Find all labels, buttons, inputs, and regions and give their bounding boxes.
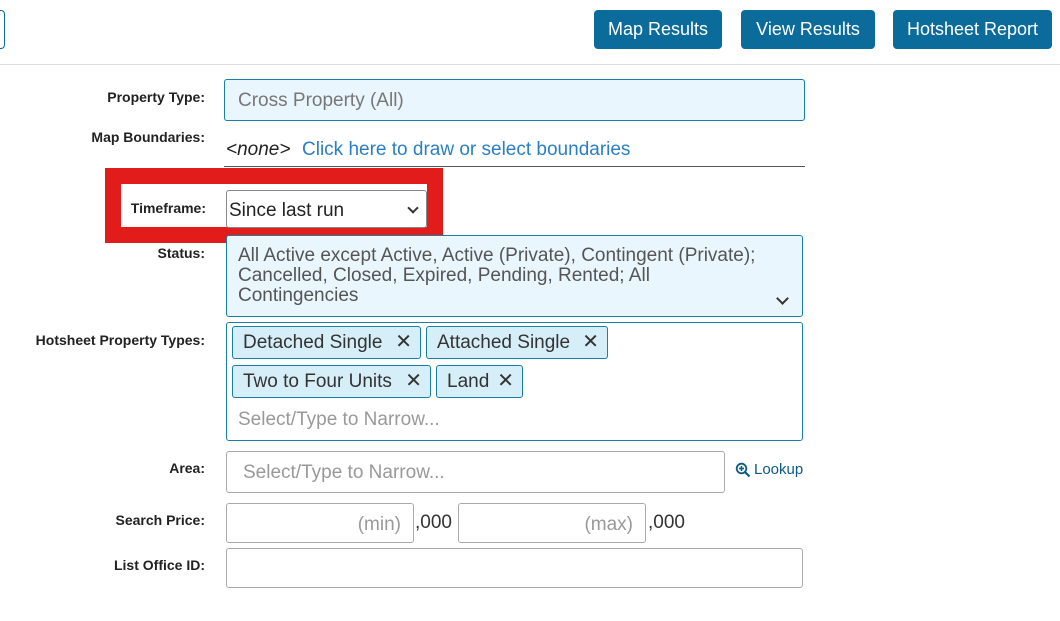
area-label: Area: xyxy=(169,460,205,476)
price-min-suffix: ,000 xyxy=(415,512,452,533)
chip-attached-single: Attached Single ✕ xyxy=(426,326,608,359)
toolbar: Map Results View Results Hotsheet Report xyxy=(0,0,1060,65)
property-type-field[interactable]: Cross Property (All) xyxy=(224,79,805,121)
left-toolbar-button[interactable] xyxy=(0,10,5,49)
status-field[interactable]: All Active except Active, Active (Privat… xyxy=(226,235,803,317)
status-line-3: Contingencies xyxy=(238,285,359,306)
chip-two-to-four-units: Two to Four Units ✕ xyxy=(232,365,431,398)
chevron-down-icon[interactable] xyxy=(776,292,789,305)
list-office-label: List Office ID: xyxy=(113,557,205,573)
price-max-suffix: ,000 xyxy=(648,512,685,533)
price-max-input[interactable]: (max) xyxy=(458,503,646,543)
property-type-label: Property Type: xyxy=(107,89,205,105)
view-results-button[interactable]: View Results xyxy=(741,10,875,49)
close-icon[interactable]: ✕ xyxy=(405,366,422,397)
chip-label: Attached Single xyxy=(437,332,571,353)
status-line-2: Cancelled, Closed, Expired, Pending, Ren… xyxy=(238,265,650,286)
list-office-input[interactable] xyxy=(226,548,803,588)
area-input[interactable]: Select/Type to Narrow... xyxy=(226,451,725,493)
draw-boundaries-link[interactable]: Click here to draw or select boundaries xyxy=(302,139,630,161)
chevron-down-icon xyxy=(407,202,419,214)
search-price-label: Search Price: xyxy=(115,512,206,528)
chip-label: Land xyxy=(447,371,490,392)
chip-label: Two to Four Units xyxy=(243,371,392,392)
lookup-label: Lookup xyxy=(754,461,804,478)
zoom-in-icon xyxy=(735,462,751,478)
hotsheet-types-label: Hotsheet Property Types: xyxy=(35,332,205,348)
map-boundaries-row: <none> Click here to draw or select boun… xyxy=(224,139,805,167)
close-icon[interactable]: ✕ xyxy=(582,327,599,358)
price-min-placeholder: (min) xyxy=(357,514,401,535)
chip-land: Land ✕ xyxy=(436,365,523,398)
hotsheet-types-input[interactable]: Select/Type to Narrow... xyxy=(238,409,440,431)
area-placeholder: Select/Type to Narrow... xyxy=(243,462,445,483)
status-line-1: All Active except Active, Active (Privat… xyxy=(238,245,756,266)
timeframe-label: Timeframe: xyxy=(130,200,206,216)
status-label: Status: xyxy=(157,245,205,261)
price-max-placeholder: (max) xyxy=(584,514,633,535)
map-boundaries-none: <none> xyxy=(226,139,291,160)
property-type-value: Cross Property (All) xyxy=(238,90,404,111)
timeframe-select[interactable]: Since last run xyxy=(226,190,427,228)
close-icon[interactable]: ✕ xyxy=(497,366,514,397)
status-value: All Active except Active, Active (Privat… xyxy=(238,246,755,306)
map-results-button[interactable]: Map Results xyxy=(594,10,722,49)
chip-detached-single: Detached Single ✕ xyxy=(232,326,421,359)
close-icon[interactable]: ✕ xyxy=(395,327,412,358)
map-boundaries-label: Map Boundaries: xyxy=(91,129,205,145)
chip-label: Detached Single xyxy=(243,332,383,353)
timeframe-value: Since last run xyxy=(229,200,345,221)
price-min-input[interactable]: (min) xyxy=(226,503,414,543)
hotsheet-report-button[interactable]: Hotsheet Report xyxy=(893,10,1052,49)
